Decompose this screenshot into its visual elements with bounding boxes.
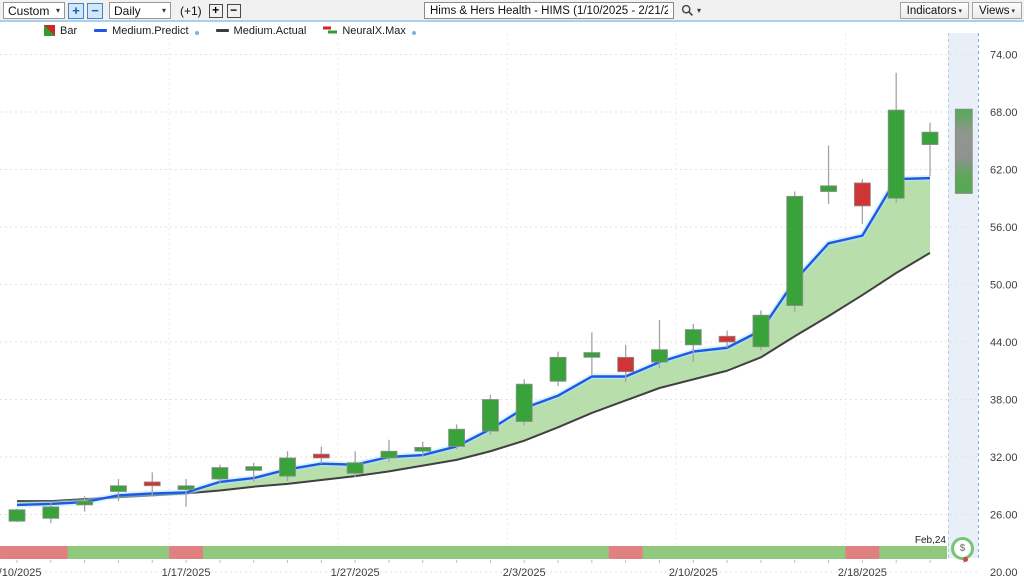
signal-strip-down-segment [845, 546, 879, 559]
earnings-marker-icon[interactable]: $ [951, 537, 974, 560]
period-select[interactable]: Daily ▾ [109, 2, 171, 19]
trading-app-window: { "toolbar": { "range_select": "Custom",… [0, 0, 1024, 583]
offset-label: (+1) [180, 4, 202, 18]
period-select-value: Daily [114, 4, 141, 18]
candle-body [313, 454, 329, 458]
candle-body [178, 486, 194, 490]
candle-body [280, 458, 296, 476]
zoom-out-button[interactable]: − [87, 3, 103, 19]
x-axis-label: 2/3/2025 [503, 567, 546, 579]
x-axis-label: 2/10/2025 [669, 567, 718, 579]
neuralx-series-icon [323, 25, 337, 36]
legend-neuralx-label: NeuralX.Max [342, 25, 406, 37]
signal-strip-down-segment [169, 546, 203, 559]
chevron-down-icon: ▾ [56, 6, 60, 15]
candle-body [719, 336, 735, 342]
signal-strip-down-segment [0, 546, 68, 559]
y-axis-label: 26.00 [990, 510, 1018, 522]
chart-legend: Bar Medium.Predict Medium.Actual NeuralX… [44, 24, 433, 37]
candle-body [144, 482, 160, 486]
bar-series-icon [44, 25, 55, 36]
zoom-in-button[interactable]: + [68, 3, 84, 19]
x-axis-label: 1/27/2025 [331, 567, 380, 579]
step-minus-button[interactable]: − [227, 4, 241, 18]
predict-line-icon [94, 29, 107, 32]
candle-body [584, 353, 600, 358]
symbol-search-input[interactable] [424, 2, 674, 19]
y-axis-label: 74.00 [990, 50, 1018, 62]
x-axis-label: 1/10/2025 [0, 567, 41, 579]
y-axis-label: 32.00 [990, 452, 1018, 464]
search-icon[interactable] [681, 4, 694, 17]
candle-body [516, 384, 532, 421]
candle-body [77, 501, 93, 505]
views-button[interactable]: Views ▾ [972, 2, 1022, 19]
chevron-down-icon: ▾ [959, 7, 963, 15]
dollar-symbol: $ [960, 543, 966, 554]
top-toolbar: Custom ▾ + − Daily ▾ (+1) + − ▾ Indicato… [0, 0, 1024, 22]
search-controls: ▾ [681, 2, 701, 19]
candle-body [347, 463, 363, 474]
candle-body [685, 330, 701, 345]
legend-predict-label: Medium.Predict [112, 25, 188, 37]
y-axis-label: 62.00 [990, 165, 1018, 177]
y-axis-label: 20.00 [990, 567, 1018, 579]
earnings-date-label: Feb,24 [902, 535, 946, 546]
candle-body [651, 350, 667, 362]
signal-strip-up [0, 546, 947, 559]
indicators-button-label: Indicators [907, 5, 957, 17]
earnings-marker-dot-icon [963, 557, 968, 562]
legend-item-neuralx-max[interactable]: NeuralX.Max [323, 25, 416, 37]
series-options-dot-icon[interactable] [195, 31, 199, 35]
range-select[interactable]: Custom ▾ [3, 2, 65, 19]
candle-body [9, 510, 25, 522]
chevron-down-icon: ▾ [1011, 7, 1015, 15]
legend-bar-label: Bar [60, 25, 77, 37]
candle-body [482, 400, 498, 432]
indicators-button[interactable]: Indicators ▾ [900, 2, 969, 19]
y-axis-label: 56.00 [990, 222, 1018, 234]
legend-item-bar[interactable]: Bar [44, 25, 77, 37]
y-axis-label: 68.00 [990, 107, 1018, 119]
candle-body [922, 132, 938, 144]
candle-body [415, 447, 431, 451]
step-plus-button[interactable]: + [209, 4, 223, 18]
toolbar-right-group: Indicators ▾ Views ▾ [900, 2, 1022, 19]
y-axis-label: 44.00 [990, 337, 1018, 349]
x-axis-label: 1/17/2025 [162, 567, 211, 579]
series-options-dot-icon[interactable] [412, 31, 416, 35]
y-axis-label: 38.00 [990, 395, 1018, 407]
price-chart-canvas[interactable]: 1/10/2025 1/17/2025 1/27/2025 2/3/2025 2/10/… [0, 0, 1024, 583]
actual-line-icon [216, 29, 229, 32]
candle-body [550, 357, 566, 381]
signal-strip-down-segment [609, 546, 643, 559]
candle-body [888, 110, 904, 198]
candle-body [246, 467, 262, 471]
candle-body [110, 486, 126, 492]
chevron-down-icon: ▾ [162, 6, 166, 15]
toolbar-left-group: Custom ▾ + − Daily ▾ (+1) + − [3, 2, 241, 19]
x-axis-label: 2/18/2025 [838, 567, 887, 579]
chevron-down-icon[interactable]: ▾ [697, 6, 701, 15]
views-button-label: Views [979, 5, 1009, 17]
candle-body [753, 315, 769, 347]
candle-body [212, 468, 228, 480]
candle-body [787, 196, 803, 305]
legend-item-medium-predict[interactable]: Medium.Predict [94, 25, 198, 37]
candle-body [449, 429, 465, 446]
candle-body [43, 507, 59, 519]
candle-body [381, 451, 397, 458]
legend-actual-label: Medium.Actual [234, 25, 307, 37]
candle-body [618, 357, 634, 371]
forecast-range-bar [955, 109, 972, 193]
legend-item-medium-actual[interactable]: Medium.Actual [216, 25, 307, 37]
candle-body [854, 183, 870, 206]
range-select-value: Custom [8, 4, 49, 18]
y-axis-label: 50.00 [990, 280, 1018, 292]
candle-body [821, 186, 837, 192]
